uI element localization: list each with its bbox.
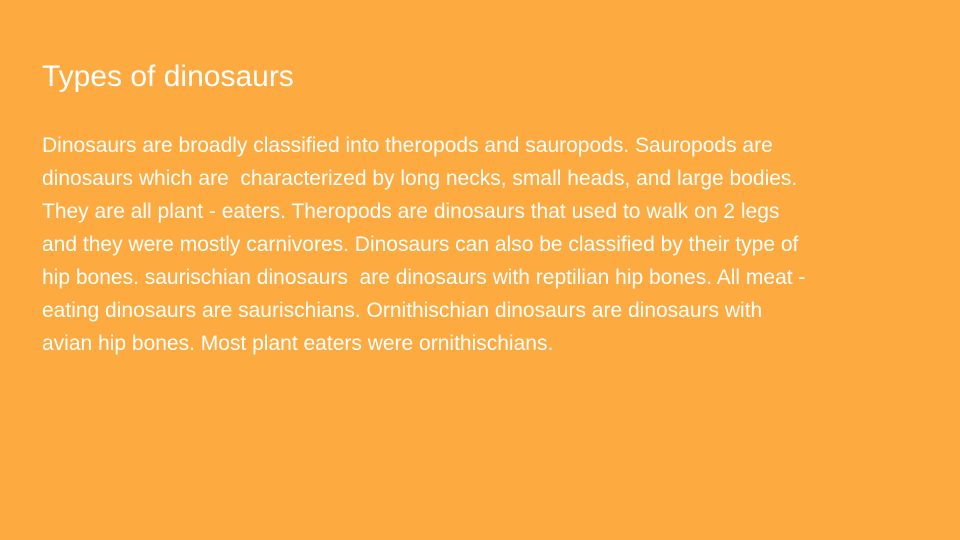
body-line: hip bones. saurischian dinosaurs are din… [42, 266, 806, 289]
slide: Types of dinosaurs Dinosaurs are broadly… [0, 0, 960, 540]
body-line: avian hip bones. Most plant eaters were … [42, 332, 554, 355]
body-line: eating dinosaurs are saurischians. Ornit… [42, 299, 763, 322]
slide-title: Types of dinosaurs [42, 60, 294, 93]
body-line: They are all plant - eaters. Theropods a… [42, 200, 780, 223]
slide-body-text: Dinosaurs are broadly classified into th… [42, 129, 932, 360]
body-line: Dinosaurs are broadly classified into th… [42, 134, 773, 157]
body-line: dinosaurs which are characterized by lon… [42, 167, 798, 190]
body-line: and they were mostly carnivores. Dinosau… [42, 233, 799, 256]
